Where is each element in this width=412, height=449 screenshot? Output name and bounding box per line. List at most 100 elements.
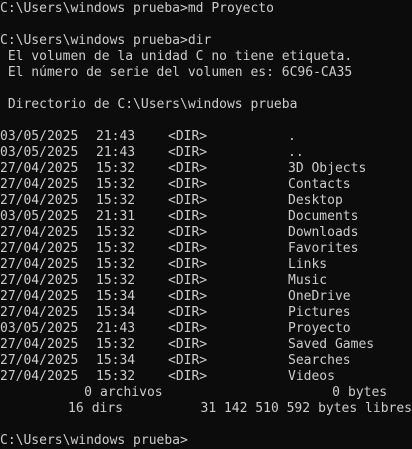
entry-date: 27/04/2025 bbox=[0, 257, 79, 272]
entry-time: 15:32 bbox=[96, 193, 136, 208]
entry-time: 21:43 bbox=[96, 321, 136, 336]
listing-row: 27/04/2025 15:32 <DIR> Videos bbox=[0, 369, 412, 385]
entry-type: <DIR> bbox=[168, 353, 208, 368]
entry-time: 15:32 bbox=[96, 225, 136, 240]
entry-name: Favorites bbox=[288, 241, 359, 256]
listing-row: 27/04/2025 15:34 <DIR> OneDrive bbox=[0, 289, 412, 305]
entry-time: 15:32 bbox=[96, 369, 136, 384]
entry-date: 03/05/2025 bbox=[0, 129, 79, 144]
entry-time: 15:32 bbox=[96, 337, 136, 352]
entry-type: <DIR> bbox=[168, 193, 208, 208]
entry-date: 27/04/2025 bbox=[0, 337, 79, 352]
entry-date: 27/04/2025 bbox=[0, 289, 79, 304]
entry-time: 15:34 bbox=[96, 289, 136, 304]
entry-type: <DIR> bbox=[168, 209, 208, 224]
listing-row: 27/04/2025 15:32 <DIR> Links bbox=[0, 257, 412, 273]
entry-name: OneDrive bbox=[288, 289, 351, 304]
dirs-summary-line: 16 dirs 31 142 510 592 bytes libres bbox=[0, 401, 412, 417]
entry-name: .. bbox=[288, 145, 304, 160]
entry-name: Desktop bbox=[288, 193, 343, 208]
free-bytes: 31 142 510 592 bbox=[200, 401, 311, 416]
listing-row: 27/04/2025 15:32 <DIR> Favorites bbox=[0, 241, 412, 257]
listing-row: 27/04/2025 15:32 <DIR> Desktop bbox=[0, 193, 412, 209]
listing-row: 27/04/2025 15:34 <DIR> Pictures bbox=[0, 305, 412, 321]
entry-name: Pictures bbox=[288, 305, 351, 320]
dirs-label: dirs bbox=[91, 401, 124, 416]
entry-name: Downloads bbox=[288, 225, 359, 240]
files-summary-line: 0 archivos 0 bytes bbox=[0, 385, 412, 401]
listing-row: 27/04/2025 15:34 <DIR> Searches bbox=[0, 353, 412, 369]
entry-time: 15:32 bbox=[96, 177, 136, 192]
entry-date: 27/04/2025 bbox=[0, 225, 79, 240]
entry-type: <DIR> bbox=[168, 129, 208, 144]
free-bytes-label: bytes libres bbox=[318, 401, 412, 416]
entry-time: 15:34 bbox=[96, 353, 136, 368]
entry-date: 27/04/2025 bbox=[0, 241, 79, 256]
entry-time: 15:34 bbox=[96, 305, 136, 320]
entry-type: <DIR> bbox=[168, 289, 208, 304]
entry-date: 27/04/2025 bbox=[0, 193, 79, 208]
listing-row: 03/05/2025 21:31 <DIR> Documents bbox=[0, 209, 412, 225]
files-count: 0 bbox=[84, 385, 92, 400]
listing-row: 27/04/2025 15:32 <DIR> Saved Games bbox=[0, 337, 412, 353]
entry-date: 27/04/2025 bbox=[0, 353, 79, 368]
entry-date: 27/04/2025 bbox=[0, 305, 79, 320]
entry-type: <DIR> bbox=[168, 241, 208, 256]
listing-row: 03/05/2025 21:43 <DIR>.. bbox=[0, 145, 412, 161]
files-bytes: 0 bbox=[332, 385, 340, 400]
entry-name: Searches bbox=[288, 353, 351, 368]
entry-time: 21:31 bbox=[96, 209, 136, 224]
files-bytes-label: bytes bbox=[348, 385, 388, 400]
entry-name: 3D Objects bbox=[288, 161, 367, 176]
listing-row: 27/04/2025 15:32 <DIR> Contacts bbox=[0, 177, 412, 193]
directory-listing: 03/05/2025 21:43 <DIR>. 03/05/2025 21:43 <DI… bbox=[0, 129, 412, 385]
entry-time: 21:43 bbox=[96, 145, 136, 160]
entry-date: 03/05/2025 bbox=[0, 209, 79, 224]
entry-name: Documents bbox=[288, 209, 359, 224]
entry-type: <DIR> bbox=[168, 273, 208, 288]
final-prompt[interactable]: C:\Users\windows prueba> bbox=[0, 433, 412, 449]
dirs-count: 16 bbox=[68, 401, 84, 416]
entry-name: Saved Games bbox=[288, 337, 375, 352]
entry-name: Proyecto bbox=[288, 321, 351, 336]
entry-date: 27/04/2025 bbox=[0, 273, 79, 288]
directory-header: Directorio de C:\Users\windows prueba bbox=[0, 97, 298, 112]
command-line-md: C:\Users\windows prueba>md Proyecto bbox=[0, 1, 274, 16]
listing-row: 27/04/2025 15:32 <DIR> Music bbox=[0, 273, 412, 289]
entry-time: 21:43 bbox=[96, 129, 136, 144]
console-window[interactable]: C:\Users\windows prueba>md Proyecto C:\U… bbox=[0, 0, 412, 448]
volume-serial-line: El número de serie del volumen es: 6C96-… bbox=[0, 65, 353, 80]
entry-type: <DIR> bbox=[168, 321, 208, 336]
listing-row: 03/05/2025 21:43 <DIR>. bbox=[0, 129, 412, 145]
entry-date: 27/04/2025 bbox=[0, 369, 79, 384]
volume-label-line: El volumen de la unidad C no tiene etiqu… bbox=[0, 49, 353, 64]
entry-date: 27/04/2025 bbox=[0, 177, 79, 192]
files-label: archivos bbox=[100, 385, 163, 400]
entry-name: Contacts bbox=[288, 177, 351, 192]
entry-type: <DIR> bbox=[168, 257, 208, 272]
entry-time: 15:32 bbox=[96, 273, 136, 288]
entry-type: <DIR> bbox=[168, 369, 208, 384]
entry-type: <DIR> bbox=[168, 337, 208, 352]
entry-type: <DIR> bbox=[168, 225, 208, 240]
listing-row: 03/05/2025 21:43 <DIR> Proyecto bbox=[0, 321, 412, 337]
entry-name: Links bbox=[288, 257, 328, 272]
entry-time: 15:32 bbox=[96, 257, 136, 272]
listing-row: 27/04/2025 15:32 <DIR> 3D Objects bbox=[0, 161, 412, 177]
listing-row: 27/04/2025 15:32 <DIR> Downloads bbox=[0, 225, 412, 241]
entry-name: Music bbox=[288, 273, 328, 288]
entry-time: 15:32 bbox=[96, 161, 136, 176]
entry-date: 27/04/2025 bbox=[0, 161, 79, 176]
entry-date: 03/05/2025 bbox=[0, 321, 79, 336]
command-line-dir: C:\Users\windows prueba>dir bbox=[0, 33, 212, 48]
entry-date: 03/05/2025 bbox=[0, 145, 79, 160]
entry-type: <DIR> bbox=[168, 177, 208, 192]
entry-name: Videos bbox=[288, 369, 335, 384]
entry-type: <DIR> bbox=[168, 305, 208, 320]
entry-time: 15:32 bbox=[96, 241, 136, 256]
entry-name: . bbox=[288, 129, 296, 144]
